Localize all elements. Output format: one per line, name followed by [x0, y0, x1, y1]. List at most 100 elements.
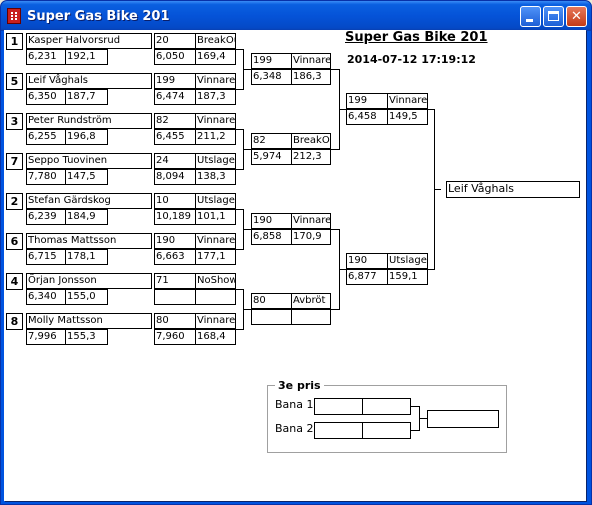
r3-trap-speed[interactable]: 159,1 [387, 269, 428, 285]
bike-number[interactable]: 71 [154, 273, 196, 289]
trap-speed[interactable]: 211,2 [195, 129, 236, 145]
racer-name[interactable]: Thomas Mattsson [26, 233, 152, 249]
heat-status[interactable]: Utslagen [195, 153, 236, 169]
seed-number: 6 [6, 233, 23, 250]
r2-trap-speed[interactable]: 212,3 [291, 149, 331, 165]
r2-trap-speed[interactable]: 186,3 [291, 69, 331, 85]
third-place-title: 3e pris [275, 379, 324, 392]
racer-reaction[interactable]: 6,239 [26, 209, 66, 225]
third-lane2-bike[interactable] [314, 422, 363, 439]
third-lane1-result[interactable] [362, 398, 411, 415]
r2-elapsed-time[interactable]: 6,348 [251, 69, 292, 85]
r2-trap-speed[interactable] [291, 309, 331, 325]
r2-bike-number[interactable]: 199 [251, 53, 292, 69]
heat-status[interactable]: Vinnare [195, 113, 236, 129]
racer-name[interactable]: Kasper Halvorsrud [26, 33, 152, 49]
bike-number[interactable]: 20 [154, 33, 196, 49]
racer-name[interactable]: Seppo Tuovinen [26, 153, 152, 169]
bike-number[interactable]: 190 [154, 233, 196, 249]
racer-name[interactable]: Örjan Jonsson [26, 273, 152, 289]
seed-number: 3 [6, 113, 23, 130]
r3-trap-speed[interactable]: 149,5 [387, 109, 428, 125]
heat-status[interactable]: Vinnare [195, 233, 236, 249]
bike-number[interactable]: 10 [154, 193, 196, 209]
racer-name[interactable]: Leif Våghals [26, 73, 152, 89]
racer-reaction[interactable]: 6,231 [26, 49, 66, 65]
bike-number[interactable]: 80 [154, 313, 196, 329]
r2-elapsed-time[interactable]: 5,974 [251, 149, 292, 165]
maximize-icon [548, 11, 559, 21]
lane-1-label: Bana 1 [275, 398, 314, 411]
trap-speed[interactable]: 169,4 [195, 49, 236, 65]
r3-heat-status[interactable]: Utslagen [387, 253, 428, 269]
elapsed-time[interactable]: 6,050 [154, 49, 196, 65]
racer-name[interactable]: Peter Rundström [26, 113, 152, 129]
app-icon[interactable] [7, 8, 21, 24]
seed-number: 4 [6, 273, 23, 290]
racer-speed[interactable]: 196,8 [65, 129, 108, 145]
bike-number[interactable]: 199 [154, 73, 196, 89]
r2-heat-status[interactable]: Avbröt [291, 293, 331, 309]
champion-name[interactable]: Leif Våghals [446, 181, 580, 198]
r2-heat-status[interactable]: BreakOut [291, 133, 331, 149]
trap-speed[interactable]: 101,1 [195, 209, 236, 225]
heat-status[interactable]: Vinnare [195, 73, 236, 89]
close-button[interactable]: ✕ [566, 6, 587, 27]
minimize-button[interactable] [520, 6, 541, 27]
r2-elapsed-time[interactable]: 6,858 [251, 229, 292, 245]
bracket-connector [243, 229, 251, 230]
trap-speed[interactable]: 168,4 [195, 329, 236, 345]
elapsed-time[interactable]: 7,960 [154, 329, 196, 345]
trap-speed[interactable] [195, 289, 236, 305]
heat-status[interactable]: BreakOut [195, 33, 236, 49]
event-datetime: 2014-07-12 17:19:12 [347, 53, 476, 66]
racer-speed[interactable]: 178,1 [65, 249, 108, 265]
r3-bike-number[interactable]: 199 [346, 93, 388, 109]
r2-bike-number[interactable]: 82 [251, 133, 292, 149]
maximize-button[interactable] [543, 6, 564, 27]
elapsed-time[interactable] [154, 289, 196, 305]
trap-speed[interactable]: 177,1 [195, 249, 236, 265]
elapsed-time[interactable]: 8,094 [154, 169, 196, 185]
r2-bike-number[interactable]: 190 [251, 213, 292, 229]
elapsed-time[interactable]: 6,455 [154, 129, 196, 145]
r2-heat-status[interactable]: Vinnare [291, 213, 331, 229]
racer-name[interactable]: Stefan Gärdskog [26, 193, 152, 209]
third-lane1-bike[interactable] [314, 398, 363, 415]
racer-speed[interactable]: 192,1 [65, 49, 108, 65]
elapsed-time[interactable]: 10,189 [154, 209, 196, 225]
racer-reaction[interactable]: 6,255 [26, 129, 66, 145]
elapsed-time[interactable]: 6,663 [154, 249, 196, 265]
racer-speed[interactable]: 184,9 [65, 209, 108, 225]
bracket-connector [243, 309, 251, 310]
racer-reaction[interactable]: 6,350 [26, 89, 66, 105]
racer-reaction[interactable]: 6,715 [26, 249, 66, 265]
title-bar[interactable]: Super Gas Bike 201 ✕ [1, 1, 591, 31]
r3-elapsed-time[interactable]: 6,877 [346, 269, 388, 285]
bike-number[interactable]: 82 [154, 113, 196, 129]
racer-speed[interactable]: 155,0 [65, 289, 108, 305]
racer-reaction[interactable]: 7,996 [26, 329, 66, 345]
r2-elapsed-time[interactable] [251, 309, 292, 325]
elapsed-time[interactable]: 6,474 [154, 89, 196, 105]
racer-reaction[interactable]: 6,340 [26, 289, 66, 305]
heat-status[interactable]: NoShow [195, 273, 236, 289]
trap-speed[interactable]: 138,3 [195, 169, 236, 185]
r3-heat-status[interactable]: Vinnare [387, 93, 428, 109]
racer-speed[interactable]: 187,7 [65, 89, 108, 105]
r3-bike-number[interactable]: 190 [346, 253, 388, 269]
racer-speed[interactable]: 155,3 [65, 329, 108, 345]
racer-reaction[interactable]: 7,780 [26, 169, 66, 185]
heat-status[interactable]: Utslagen [195, 193, 236, 209]
third-place-result[interactable] [427, 410, 499, 428]
r2-trap-speed[interactable]: 170,9 [291, 229, 331, 245]
r2-heat-status[interactable]: Vinnare [291, 53, 331, 69]
trap-speed[interactable]: 187,3 [195, 89, 236, 105]
r2-bike-number[interactable]: 80 [251, 293, 292, 309]
heat-status[interactable]: Vinnare [195, 313, 236, 329]
third-lane2-result[interactable] [362, 422, 411, 439]
r3-elapsed-time[interactable]: 6,458 [346, 109, 388, 125]
racer-name[interactable]: Molly Mattsson [26, 313, 152, 329]
bike-number[interactable]: 24 [154, 153, 196, 169]
racer-speed[interactable]: 147,5 [65, 169, 108, 185]
